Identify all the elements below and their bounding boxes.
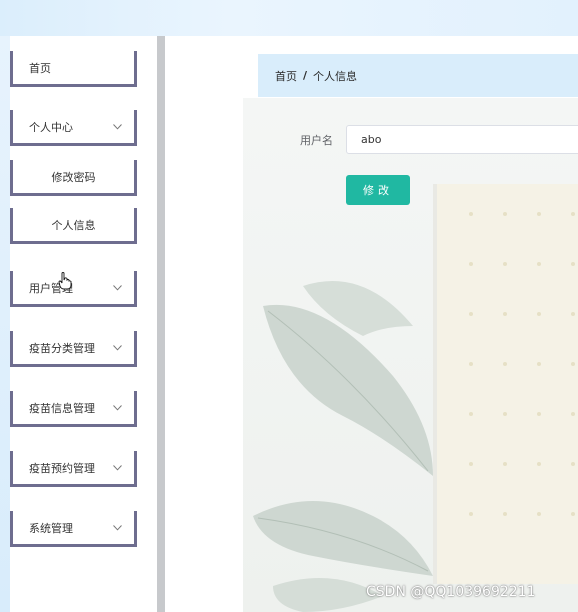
sidebar-item-user-management[interactable]: 用户管理 — [10, 271, 137, 307]
breadcrumb: 首页 / 个人信息 — [258, 54, 578, 97]
username-label: 用户名 — [300, 134, 333, 147]
chevron-down-icon — [110, 281, 124, 295]
username-input[interactable] — [346, 125, 578, 154]
sidebar-item-personal-center[interactable]: 个人中心 — [10, 110, 137, 146]
sidebar-item-label: 首页 — [29, 61, 51, 75]
chevron-down-icon — [110, 521, 124, 535]
sidebar-item-personal-info[interactable]: 个人信息 — [10, 208, 137, 244]
breadcrumb-separator: / — [303, 69, 308, 82]
plant-illustration — [253, 281, 433, 612]
sidebar-divider — [157, 36, 165, 612]
sidebar-item-system-management[interactable]: 系统管理 — [10, 511, 137, 547]
update-button[interactable]: 修改 — [346, 175, 410, 205]
watermark: CSDN @QQ1039692211 — [366, 584, 536, 600]
sidebar-item-vaccine-category[interactable]: 疫苗分类管理 — [10, 331, 137, 367]
chevron-down-icon — [110, 401, 124, 415]
left-decoration — [0, 36, 10, 612]
top-band — [0, 0, 578, 36]
sidebar-item-vaccine-info[interactable]: 疫苗信息管理 — [10, 391, 137, 427]
hand-cursor-icon — [58, 272, 72, 290]
breadcrumb-home[interactable]: 首页 — [258, 68, 297, 84]
sidebar-item-label: 疫苗分类管理 — [29, 341, 95, 355]
sidebar-item-vaccine-appointment[interactable]: 疫苗预约管理 — [10, 451, 137, 487]
sidebar-item-label: 疫苗预约管理 — [29, 461, 95, 475]
sidebar-item-label: 个人信息 — [51, 218, 96, 232]
sidebar-item-change-password[interactable]: 修改密码 — [10, 160, 137, 196]
main-content: 首页 / 个人信息 用户名 修改 — [165, 36, 578, 612]
breadcrumb-current: 个人信息 — [313, 69, 358, 83]
chevron-down-icon — [110, 341, 124, 355]
sidebar-item-label: 系统管理 — [29, 521, 73, 535]
sidebar-item-home[interactable]: 首页 — [10, 51, 137, 87]
sidebar-item-label: 疫苗信息管理 — [29, 401, 95, 415]
chevron-down-icon — [110, 120, 124, 134]
sidebar-item-label: 个人中心 — [29, 120, 73, 134]
sidebar-item-label: 修改密码 — [51, 170, 96, 184]
chevron-down-icon — [110, 461, 124, 475]
